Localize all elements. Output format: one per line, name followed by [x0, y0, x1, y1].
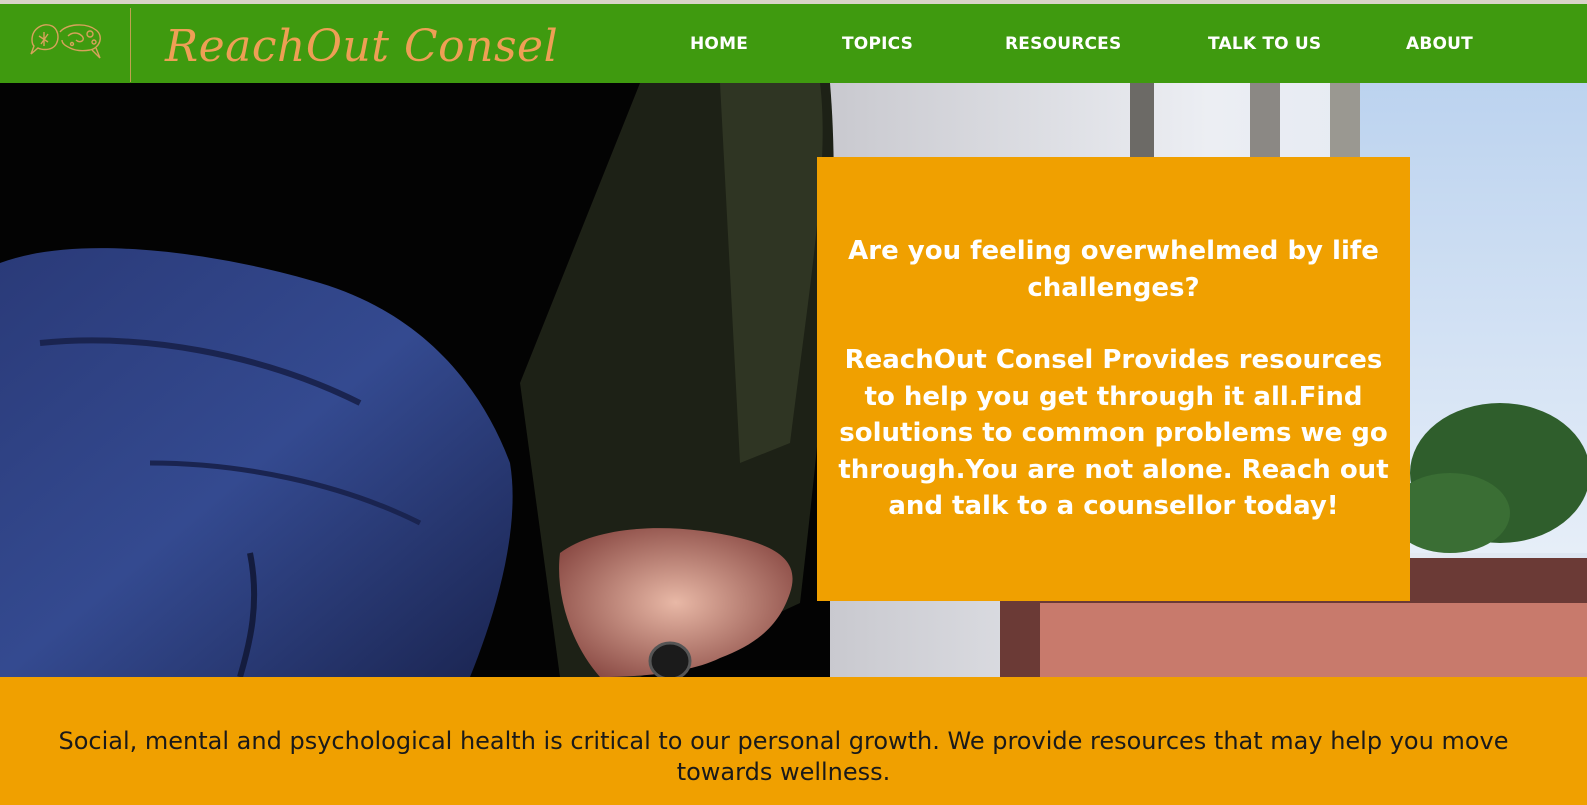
nav-topics-link[interactable]: TOPICS: [842, 34, 913, 54]
hero-message: ReachOut Consel Provides resources to he…: [838, 345, 1389, 522]
nav-resources-link[interactable]: RESOURCES: [1005, 34, 1121, 54]
speech-bubbles-logo-icon[interactable]: [26, 18, 106, 66]
brand-name[interactable]: ReachOut Consel: [165, 18, 558, 76]
hero-section: Are you feeling overwhelmed by life chal…: [0, 83, 1587, 677]
intro-text: Social, mental and psychological health …: [58, 727, 1509, 786]
logo-divider: [130, 8, 131, 82]
hero-question: Are you feeling overwhelmed by life chal…: [848, 236, 1379, 303]
hero-message-card: Are you feeling overwhelmed by life chal…: [817, 157, 1410, 601]
nav-about-link[interactable]: ABOUT: [1406, 34, 1473, 54]
navbar: ReachOut Consel HOME TOPICS RESOURCES TA…: [0, 4, 1587, 83]
nav-talk-to-us-link[interactable]: TALK TO US: [1208, 34, 1321, 54]
nav-home-link[interactable]: HOME: [690, 34, 748, 54]
